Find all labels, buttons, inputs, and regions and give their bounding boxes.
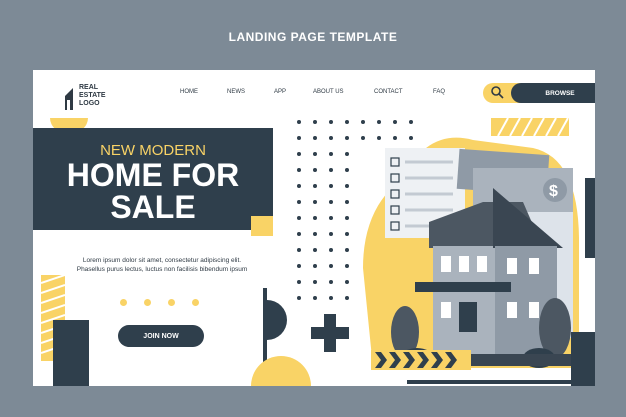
- hero-heading: NEW MODERN HOME FOR SALE: [33, 142, 273, 223]
- grid-dot: [297, 248, 301, 252]
- hero-description: Lorem ipsum dolor sit amet, consectetur …: [76, 257, 248, 273]
- dot-2: [144, 299, 151, 306]
- grid-dot: [313, 296, 317, 300]
- half-circle-decor: [267, 300, 287, 340]
- grid-dot: [313, 248, 317, 252]
- join-now-button[interactable]: JOIN NOW: [118, 325, 204, 347]
- dot-3: [168, 299, 175, 306]
- grid-dot: [313, 168, 317, 172]
- browse-button[interactable]: BROWSE: [511, 83, 595, 103]
- dot-4: [192, 299, 199, 306]
- page-banner-title: LANDING PAGE TEMPLATE: [228, 30, 398, 44]
- grid-dot: [297, 152, 301, 156]
- nav-app[interactable]: APP: [274, 89, 286, 95]
- logo-line-2: ESTATE: [79, 92, 106, 99]
- grid-dot: [297, 296, 301, 300]
- grid-dot: [313, 120, 317, 124]
- search-icon[interactable]: [490, 85, 504, 99]
- grid-dot: [313, 280, 317, 284]
- nav-faq[interactable]: FAQ: [433, 89, 445, 95]
- grid-dot: [297, 200, 301, 204]
- logo-text: REAL ESTATE LOGO: [79, 84, 106, 108]
- svg-text:$: $: [549, 183, 558, 200]
- grid-dot: [297, 184, 301, 188]
- corner-block-decor: [571, 332, 595, 386]
- grid-dot: [297, 232, 301, 236]
- grid-dot: [313, 264, 317, 268]
- grid-dot: [313, 152, 317, 156]
- nav-home[interactable]: HOME: [180, 89, 198, 95]
- grid-dot: [297, 216, 301, 220]
- nav-contact[interactable]: CONTACT: [374, 89, 403, 95]
- logo-line-1: REAL: [79, 84, 99, 91]
- hero-line-2: HOME FOR: [66, 157, 240, 193]
- grid-dot: [297, 120, 301, 124]
- yellow-circle-decor: [251, 356, 311, 386]
- house-illustration: $: [363, 118, 595, 384]
- grid-dot: [313, 184, 317, 188]
- grid-dot: [313, 200, 317, 204]
- landing-page: REAL ESTATE LOGO HOME NEWS APP ABOUT US …: [33, 70, 595, 386]
- grid-dot: [297, 168, 301, 172]
- navy-block-decor: [53, 320, 89, 386]
- grid-dot: [313, 136, 317, 140]
- grid-dot: [313, 216, 317, 220]
- grid-dot: [297, 280, 301, 284]
- grid-dot: [297, 264, 301, 268]
- logo-line-3: LOGO: [79, 100, 100, 107]
- grid-dot: [313, 232, 317, 236]
- hero-line-3: SALE: [110, 189, 196, 225]
- nav-about-us[interactable]: ABOUT US: [313, 89, 344, 95]
- nav-news[interactable]: NEWS: [227, 89, 245, 95]
- grid-dot: [297, 136, 301, 140]
- dot-1: [120, 299, 127, 306]
- chevron-strip-decor: [371, 350, 471, 370]
